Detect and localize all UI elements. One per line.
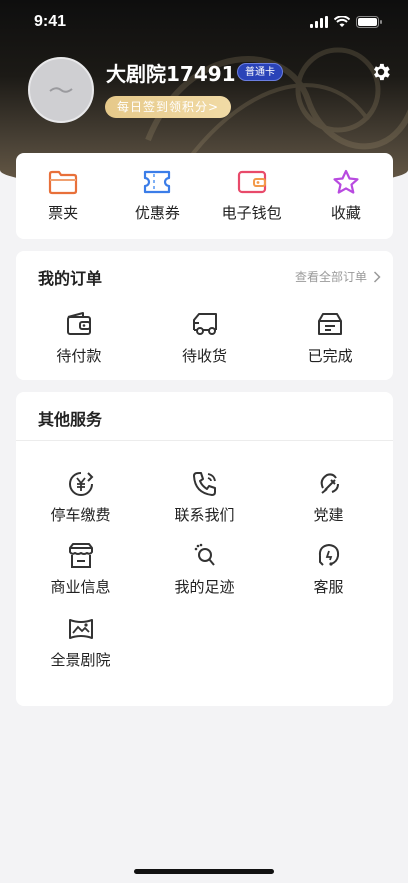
quick-action-ticket-folder[interactable]: 票夹 bbox=[16, 153, 110, 239]
my-orders-card: 我的订单 查看全部订单 待付款 待收货 已完成 bbox=[16, 251, 393, 380]
section-divider bbox=[16, 440, 393, 441]
service-parking-payment[interactable]: 停车缴费 bbox=[18, 470, 143, 525]
battery-icon bbox=[356, 16, 382, 28]
service-business-info[interactable]: 商业信息 bbox=[18, 542, 143, 597]
parking-payment-icon bbox=[68, 472, 93, 496]
daily-checkin-button[interactable]: 每日签到领积分> bbox=[105, 96, 232, 118]
service-my-footprints[interactable]: 我的足迹 bbox=[142, 542, 267, 597]
wallet-outline-icon bbox=[66, 312, 91, 335]
gear-icon[interactable] bbox=[370, 61, 392, 83]
status-icons bbox=[310, 16, 382, 28]
signal-icon bbox=[310, 16, 328, 28]
service-label: 全景剧院 bbox=[50, 651, 111, 669]
service-panorama-theatre[interactable]: 全景剧院 bbox=[18, 615, 143, 670]
box-icon bbox=[318, 313, 343, 335]
store-icon bbox=[68, 543, 93, 568]
ticket-icon bbox=[144, 170, 171, 194]
customer-service-icon bbox=[318, 543, 339, 566]
service-party-building[interactable]: 党建 bbox=[266, 470, 391, 525]
order-status-label: 待收货 bbox=[182, 347, 228, 365]
wifi-icon bbox=[334, 16, 350, 27]
order-status-label: 已完成 bbox=[307, 347, 353, 365]
order-pending-payment[interactable]: 待付款 bbox=[16, 311, 142, 366]
service-label: 商业信息 bbox=[50, 578, 111, 596]
service-label: 停车缴费 bbox=[50, 506, 111, 524]
orders-title: 我的订单 bbox=[38, 269, 103, 288]
footprint-icon bbox=[194, 543, 215, 566]
star-icon bbox=[333, 169, 359, 194]
service-contact-us[interactable]: 联系我们 bbox=[142, 470, 267, 525]
quick-action-coupons[interactable]: 优惠券 bbox=[110, 153, 204, 239]
quick-action-label: 电子钱包 bbox=[221, 204, 282, 222]
status-time: 9:41 bbox=[34, 13, 67, 30]
quick-action-label: 收藏 bbox=[330, 204, 361, 222]
services-title: 其他服务 bbox=[38, 410, 103, 429]
quick-action-favorites[interactable]: 收藏 bbox=[299, 153, 393, 239]
service-label: 党建 bbox=[313, 506, 344, 524]
view-all-orders-label: 查看全部订单 bbox=[294, 270, 367, 284]
member-badge[interactable]: 普通卡 bbox=[237, 63, 283, 81]
service-label: 客服 bbox=[313, 578, 344, 596]
folder-icon bbox=[49, 170, 78, 195]
party-emblem-icon bbox=[320, 473, 339, 494]
service-label: 联系我们 bbox=[174, 506, 235, 524]
service-label: 我的足迹 bbox=[174, 578, 235, 596]
chevron-right-icon bbox=[373, 270, 381, 283]
quick-action-label: 优惠券 bbox=[134, 204, 180, 222]
order-status-label: 待付款 bbox=[56, 347, 102, 365]
avatar-placeholder-icon bbox=[49, 87, 73, 93]
view-all-orders-link[interactable]: 查看全部订单 bbox=[295, 268, 381, 285]
order-pending-delivery[interactable]: 待收货 bbox=[142, 311, 268, 366]
avatar[interactable] bbox=[28, 57, 94, 123]
other-services-card: 其他服务 停车缴费 联系我们 党建 商业信息 我的足迹 客服 全景剧院 bbox=[16, 392, 393, 706]
order-completed[interactable]: 已完成 bbox=[267, 311, 393, 366]
username: 大剧院17491 bbox=[106, 62, 236, 86]
phone-icon bbox=[192, 472, 216, 496]
quick-actions-card: 票夹 优惠券 电子钱包 收藏 bbox=[16, 153, 393, 239]
status-bar: 9:41 bbox=[0, 0, 408, 44]
quick-action-label: 票夹 bbox=[48, 204, 79, 222]
home-indicator[interactable] bbox=[134, 869, 274, 874]
quick-action-e-wallet[interactable]: 电子钱包 bbox=[205, 153, 299, 239]
order-status-row: 待付款 待收货 已完成 bbox=[16, 311, 393, 366]
truck-icon bbox=[192, 313, 217, 335]
service-customer-service[interactable]: 客服 bbox=[266, 542, 391, 597]
panorama-icon bbox=[68, 619, 93, 639]
wallet-icon bbox=[237, 170, 266, 194]
